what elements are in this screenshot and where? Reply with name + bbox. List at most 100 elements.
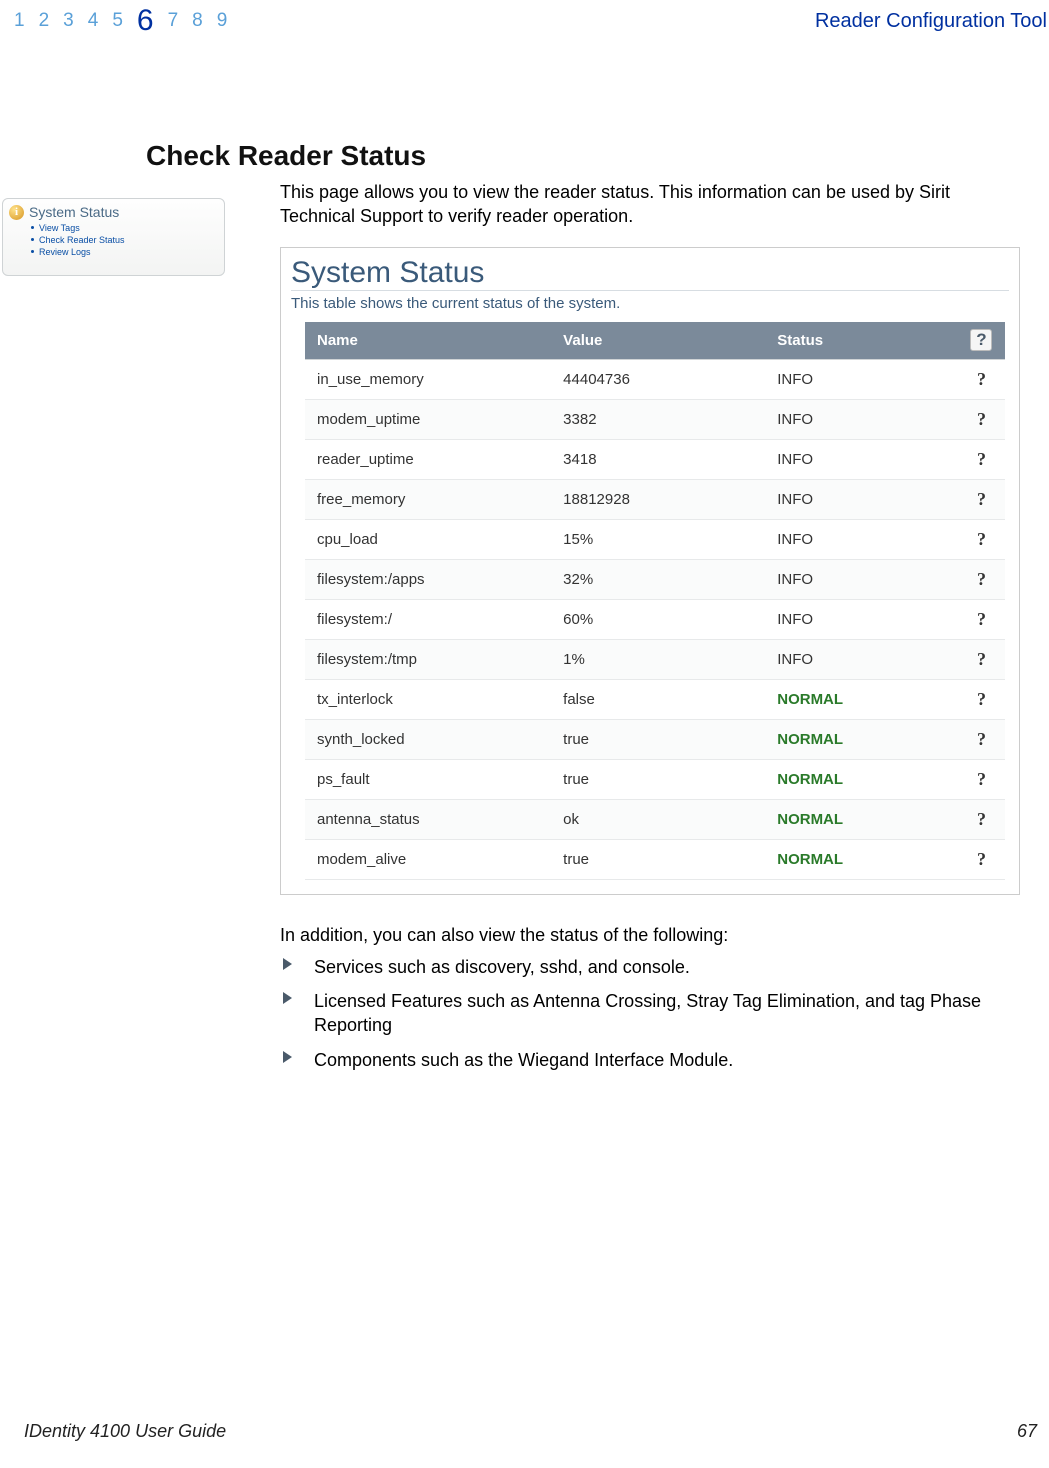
cell-status: NORMAL [765, 799, 958, 839]
row-help-icon[interactable]: ? [958, 359, 1005, 399]
cell-value: true [551, 839, 765, 879]
table-row: cpu_load15%INFO? [305, 519, 1005, 559]
cell-value: 18812928 [551, 479, 765, 519]
chapter-link[interactable]: 9 [217, 6, 228, 36]
cell-value: 15% [551, 519, 765, 559]
cell-status: INFO [765, 359, 958, 399]
chapter-link[interactable]: 2 [39, 6, 50, 36]
cell-status: NORMAL [765, 839, 958, 879]
sidebar-item[interactable]: Review Logs [31, 246, 218, 258]
chapter-link[interactable]: 1 [14, 6, 25, 36]
help-header-icon[interactable]: ? [970, 329, 992, 351]
status-panel: System Status This table shows the curre… [280, 247, 1020, 895]
table-row: filesystem:/tmp1%INFO? [305, 639, 1005, 679]
panel-subtitle: This table shows the current status of t… [291, 295, 1009, 312]
bullet-item: Components such as the Wiegand Interface… [280, 1046, 1029, 1080]
table-row: modem_uptime3382INFO? [305, 399, 1005, 439]
table-row: synth_lockedtrueNORMAL? [305, 719, 1005, 759]
cell-status: INFO [765, 519, 958, 559]
cell-name: filesystem:/apps [305, 559, 551, 599]
cell-value: 1% [551, 639, 765, 679]
cell-value: 32% [551, 559, 765, 599]
page-footer: IDentity 4100 User Guide 67 [24, 1421, 1037, 1442]
after-bullets: Services such as discovery, sshd, and co… [280, 953, 1029, 1080]
bullet-item: Services such as discovery, sshd, and co… [280, 953, 1029, 987]
cell-name: free_memory [305, 479, 551, 519]
chapter-link[interactable]: 4 [88, 6, 99, 36]
cell-name: in_use_memory [305, 359, 551, 399]
table-row: filesystem:/60%INFO? [305, 599, 1005, 639]
cell-value: 44404736 [551, 359, 765, 399]
chapter-link[interactable]: 7 [168, 6, 179, 36]
cell-name: antenna_status [305, 799, 551, 839]
cell-status: INFO [765, 439, 958, 479]
after-lead: In addition, you can also view the statu… [280, 923, 1029, 947]
table-row: reader_uptime3418INFO? [305, 439, 1005, 479]
col-header-status: Status [765, 322, 958, 360]
section-intro: This page allows you to view the reader … [280, 180, 1029, 229]
cell-status: NORMAL [765, 679, 958, 719]
cell-name: tx_interlock [305, 679, 551, 719]
row-help-icon[interactable]: ? [958, 599, 1005, 639]
top-bar: 123456789 Reader Configuration Tool [0, 0, 1049, 40]
panel-title: System Status [291, 256, 1009, 291]
sidebar-nav-box: i System Status View TagsCheck Reader St… [2, 198, 225, 276]
cell-value: true [551, 719, 765, 759]
cell-name: cpu_load [305, 519, 551, 559]
table-header-row: Name Value Status ? [305, 322, 1005, 360]
info-icon: i [9, 205, 24, 220]
footer-page-number: 67 [1017, 1421, 1037, 1442]
arrow-right-icon [283, 992, 292, 1004]
cell-status: NORMAL [765, 759, 958, 799]
table-row: filesystem:/apps32%INFO? [305, 559, 1005, 599]
col-header-help: ? [958, 322, 1005, 360]
cell-status: INFO [765, 399, 958, 439]
chapter-link-active[interactable]: 6 [137, 6, 154, 36]
cell-value: 3382 [551, 399, 765, 439]
cell-value: false [551, 679, 765, 719]
cell-name: synth_locked [305, 719, 551, 759]
footer-left: IDentity 4100 User Guide [24, 1421, 226, 1442]
row-help-icon[interactable]: ? [958, 639, 1005, 679]
status-table: Name Value Status ? in_use_memory4440473… [305, 322, 1005, 880]
row-help-icon[interactable]: ? [958, 479, 1005, 519]
section-heading: Check Reader Status [146, 140, 1049, 172]
cell-status: NORMAL [765, 719, 958, 759]
chapter-nav: 123456789 [14, 6, 227, 36]
row-help-icon[interactable]: ? [958, 719, 1005, 759]
col-header-value: Value [551, 322, 765, 360]
sidebar-item[interactable]: Check Reader Status [31, 234, 218, 246]
arrow-right-icon [283, 958, 292, 970]
table-row: tx_interlockfalseNORMAL? [305, 679, 1005, 719]
cell-status: INFO [765, 639, 958, 679]
arrow-right-icon [283, 1051, 292, 1063]
row-help-icon[interactable]: ? [958, 399, 1005, 439]
bullet-item: Licensed Features such as Antenna Crossi… [280, 987, 1029, 1046]
sidebar-title: System Status [29, 204, 119, 220]
row-help-icon[interactable]: ? [958, 439, 1005, 479]
chapter-link[interactable]: 3 [63, 6, 74, 36]
chapter-link[interactable]: 8 [192, 6, 203, 36]
table-row: ps_faulttrueNORMAL? [305, 759, 1005, 799]
row-help-icon[interactable]: ? [958, 519, 1005, 559]
cell-name: modem_alive [305, 839, 551, 879]
cell-name: filesystem:/ [305, 599, 551, 639]
cell-value: true [551, 759, 765, 799]
table-row: modem_alivetrueNORMAL? [305, 839, 1005, 879]
row-help-icon[interactable]: ? [958, 559, 1005, 599]
cell-name: filesystem:/tmp [305, 639, 551, 679]
row-help-icon[interactable]: ? [958, 759, 1005, 799]
cell-status: INFO [765, 479, 958, 519]
table-row: free_memory18812928INFO? [305, 479, 1005, 519]
sidebar-list: View TagsCheck Reader StatusReview Logs [9, 222, 218, 258]
table-row: antenna_statusokNORMAL? [305, 799, 1005, 839]
sidebar-item[interactable]: View Tags [31, 222, 218, 234]
cell-value: 60% [551, 599, 765, 639]
row-help-icon[interactable]: ? [958, 839, 1005, 879]
cell-name: reader_uptime [305, 439, 551, 479]
row-help-icon[interactable]: ? [958, 679, 1005, 719]
chapter-link[interactable]: 5 [112, 6, 123, 36]
row-help-icon[interactable]: ? [958, 799, 1005, 839]
table-row: in_use_memory44404736INFO? [305, 359, 1005, 399]
sidebar-header: i System Status [9, 204, 218, 220]
